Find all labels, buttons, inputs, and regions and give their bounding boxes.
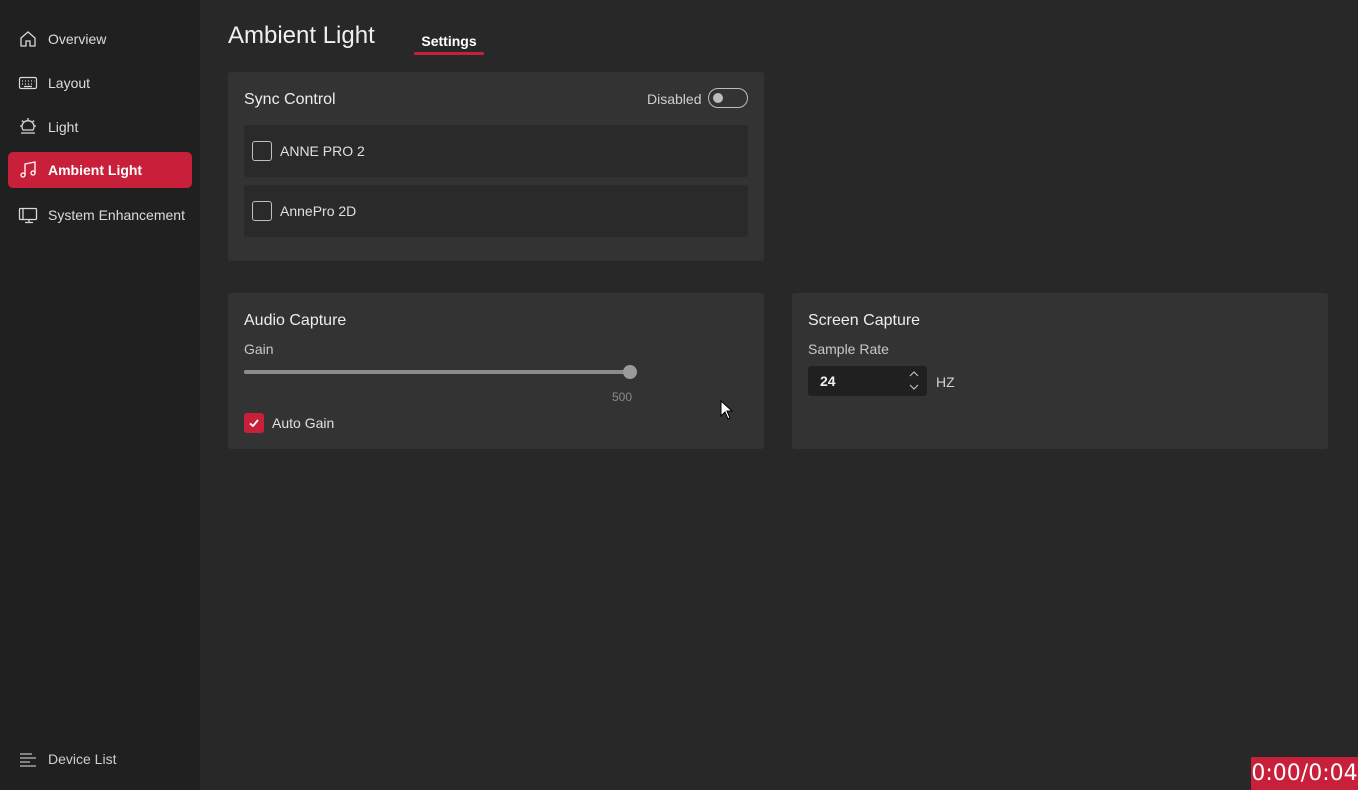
toggle-knob [713, 93, 723, 103]
decrement-button[interactable] [906, 381, 922, 393]
sidebar-item-label: Layout [48, 75, 91, 91]
page-title: Ambient Light [228, 22, 375, 49]
gain-value: 500 [612, 390, 633, 404]
device-row-annepro-2d[interactable]: AnnePro 2D [244, 185, 748, 237]
screen-capture-title: Screen Capture [808, 312, 921, 329]
sidebar-item-label: Light [48, 119, 79, 135]
gain-slider-fill [244, 370, 630, 374]
monitor-icon [18, 205, 38, 225]
sync-control-title: Sync Control [244, 91, 336, 108]
tab-settings[interactable]: Settings [414, 33, 484, 49]
device-row-anne-pro-2[interactable]: ANNE PRO 2 [244, 125, 748, 177]
device-list-button[interactable]: Device List [8, 741, 192, 777]
mouse-cursor-icon [720, 400, 734, 420]
audio-capture-title: Audio Capture [244, 312, 347, 329]
music-note-icon [18, 160, 38, 180]
sidebar-item-layout[interactable]: Layout [8, 65, 192, 101]
gain-label: Gain [244, 341, 274, 357]
tab-active-indicator [414, 52, 484, 55]
sidebar: Overview Layout Light Ambient Light Syst… [0, 0, 200, 790]
auto-gain-label: Auto Gain [272, 415, 335, 431]
sidebar-item-system-enhancement[interactable]: System Enhancement [8, 197, 192, 233]
sync-toggle[interactable] [708, 88, 748, 108]
increment-button[interactable] [906, 368, 922, 380]
auto-gain-checkbox[interactable] [244, 413, 264, 433]
sample-rate-value: 24 [820, 373, 836, 389]
device-checkbox[interactable] [252, 201, 272, 221]
gain-slider-track[interactable] [244, 370, 630, 374]
sidebar-item-label: Ambient Light [48, 162, 143, 178]
device-name: ANNE PRO 2 [280, 143, 365, 159]
sidebar-item-light[interactable]: Light [8, 109, 192, 145]
sync-toggle-label: Disabled [647, 91, 702, 107]
device-list-label: Device List [48, 751, 117, 767]
chevron-up-icon [909, 371, 919, 377]
sidebar-item-label: System Enhancement [48, 207, 185, 223]
checkmark-icon [249, 419, 259, 428]
sample-rate-label: Sample Rate [808, 341, 889, 357]
sidebar-item-label: Overview [48, 31, 107, 47]
app-window: Overview Layout Light Ambient Light Syst… [0, 0, 1358, 790]
playback-timer: 0:00/0:04 [1251, 757, 1358, 790]
device-checkbox[interactable] [252, 141, 272, 161]
gain-slider-thumb[interactable] [623, 365, 637, 379]
device-name: AnnePro 2D [280, 203, 357, 219]
keyboard-icon [18, 73, 38, 93]
list-icon [18, 749, 38, 769]
sample-rate-unit: HZ [936, 374, 955, 390]
sun-icon [18, 117, 38, 137]
chevron-down-icon [909, 384, 919, 390]
home-icon [18, 29, 38, 49]
sidebar-item-overview[interactable]: Overview [8, 21, 192, 57]
sidebar-item-ambient-light[interactable]: Ambient Light [8, 152, 192, 188]
